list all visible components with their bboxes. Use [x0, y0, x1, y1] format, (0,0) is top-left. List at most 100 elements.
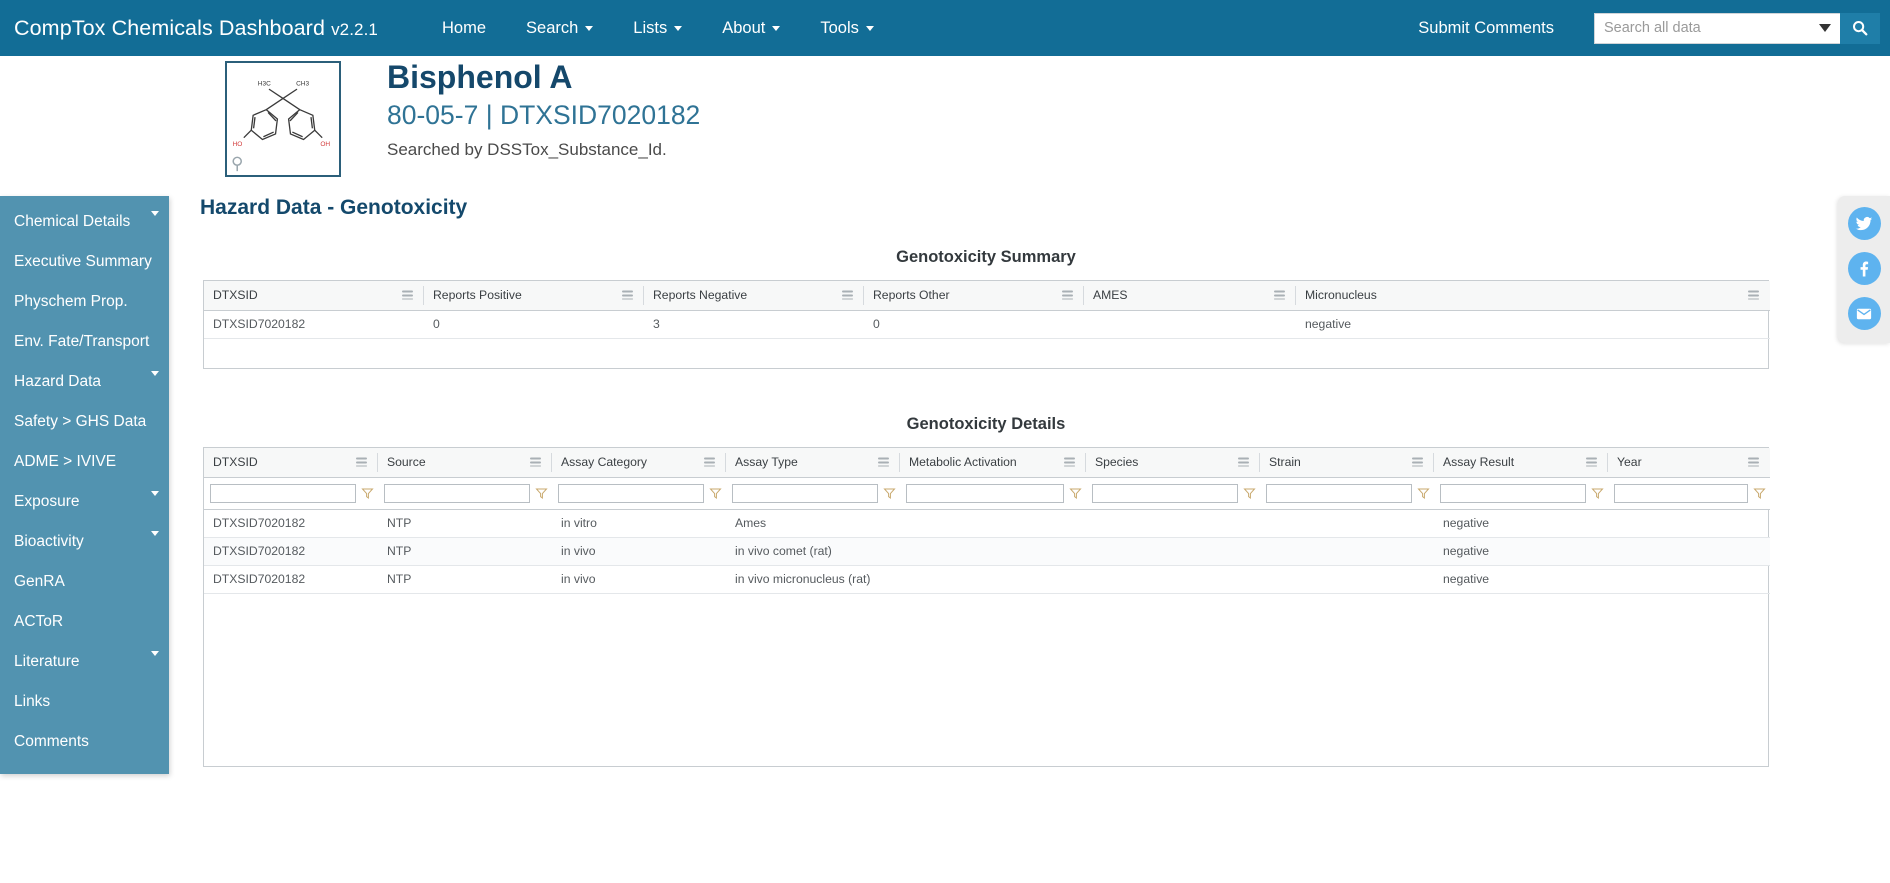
cell-dtxsid: DTXSID7020182: [204, 565, 378, 594]
filter-icon[interactable]: [1243, 487, 1256, 500]
details-col-year[interactable]: Year: [1608, 448, 1770, 478]
column-menu-icon[interactable]: [1238, 457, 1249, 467]
sidebar-item-links[interactable]: Links: [0, 682, 169, 722]
filter-icon[interactable]: [1069, 487, 1082, 500]
filter-icon[interactable]: [535, 487, 548, 500]
filter-cell-strain: [1260, 477, 1434, 510]
filter-input-assay-category[interactable]: [558, 483, 704, 503]
details-col-source[interactable]: Source: [378, 448, 552, 478]
summary-col-reports-positive[interactable]: Reports Positive: [424, 281, 644, 311]
search-button[interactable]: [1840, 12, 1880, 44]
sidebar-item-literature[interactable]: Literature: [0, 642, 169, 682]
filter-icon[interactable]: [361, 487, 374, 500]
filter-input-assay-result[interactable]: [1440, 483, 1586, 503]
column-label: Source: [387, 455, 426, 470]
chevron-down-icon: [151, 531, 159, 536]
column-menu-icon[interactable]: [1062, 290, 1073, 300]
column-menu-icon[interactable]: [1412, 457, 1423, 467]
details-col-assay-type[interactable]: Assay Type: [726, 448, 900, 478]
email-share-button[interactable]: [1847, 297, 1881, 330]
column-menu-icon[interactable]: [878, 457, 889, 467]
details-col-species[interactable]: Species: [1086, 448, 1260, 478]
column-menu-icon[interactable]: [1274, 290, 1285, 300]
chemical-structure-thumbnail[interactable]: H3C CH3 HO OH ⚲: [225, 61, 341, 177]
details-table-title: Genotoxicity Details: [906, 415, 1066, 433]
sidebar-item-hazard-data[interactable]: Hazard Data: [0, 362, 169, 402]
column-menu-icon[interactable]: [842, 290, 853, 300]
sidebar-item-adme-ivive[interactable]: ADME > IVIVE: [0, 442, 169, 482]
nav-item-lists[interactable]: Lists: [622, 13, 693, 44]
chevron-down-icon[interactable]: [1819, 24, 1831, 32]
column-menu-icon[interactable]: [356, 457, 367, 467]
details-filter-row: [204, 477, 1770, 510]
filter-input-assay-type[interactable]: [732, 483, 878, 503]
search-input[interactable]: [1595, 13, 1840, 43]
filter-input-strain[interactable]: [1266, 483, 1412, 503]
details-col-metabolic-activation[interactable]: Metabolic Activation: [900, 448, 1086, 478]
filter-icon[interactable]: [1753, 487, 1766, 500]
column-menu-icon[interactable]: [1748, 290, 1759, 300]
svg-text:H3C: H3C: [258, 80, 271, 87]
sidebar-item-chemical-details[interactable]: Chemical Details: [0, 202, 169, 242]
sidebar-item-comments[interactable]: Comments: [0, 722, 169, 762]
filter-input-year[interactable]: [1614, 483, 1748, 503]
summary-col-reports-other[interactable]: Reports Other: [864, 281, 1084, 311]
submit-comments-link[interactable]: Submit Comments: [1418, 19, 1554, 38]
nav-item-home[interactable]: Home: [431, 13, 497, 44]
details-col-assay-category[interactable]: Assay Category: [552, 448, 726, 478]
column-menu-icon[interactable]: [704, 457, 715, 467]
cell-reports-negative: 3: [644, 310, 864, 339]
column-menu-icon[interactable]: [1586, 457, 1597, 467]
filter-cell-species: [1086, 477, 1260, 510]
sidebar-item-executive-summary[interactable]: Executive Summary: [0, 242, 169, 282]
twitter-share-button[interactable]: [1847, 207, 1881, 240]
sidebar-item-genra[interactable]: GenRA: [0, 562, 169, 602]
filter-icon[interactable]: [883, 487, 896, 500]
cell-assay-category: in vitro: [552, 509, 726, 538]
filter-cell-assay-category: [552, 477, 726, 510]
column-menu-icon[interactable]: [402, 290, 413, 300]
brand-title[interactable]: CompTox Chemicals Dashboard v2.2.1: [14, 16, 378, 41]
column-label: Year: [1617, 455, 1642, 470]
summary-col-ames[interactable]: AMES: [1084, 281, 1296, 311]
table-row[interactable]: DTXSID7020182 0 3 0 negative: [204, 310, 1770, 339]
sidebar-item-env-fate-transport[interactable]: Env. Fate/Transport: [0, 322, 169, 362]
sidebar-item-label: Bioactivity: [14, 533, 84, 550]
table-row[interactable]: DTXSID7020182 NTP in vitro Ames negative: [204, 509, 1770, 538]
global-search: [1594, 12, 1880, 44]
details-col-assay-result[interactable]: Assay Result: [1434, 448, 1608, 478]
nav-item-about[interactable]: About: [711, 13, 791, 44]
summary-col-micronucleus[interactable]: Micronucleus: [1296, 281, 1770, 311]
filter-icon[interactable]: [1417, 487, 1430, 500]
filter-input-dtxsid[interactable]: [210, 483, 356, 503]
summary-col-dtxsid[interactable]: DTXSID: [204, 281, 424, 311]
sidebar-item-bioactivity[interactable]: Bioactivity: [0, 522, 169, 562]
filter-icon[interactable]: [1591, 487, 1604, 500]
column-menu-icon[interactable]: [622, 290, 633, 300]
details-col-dtxsid[interactable]: DTXSID: [204, 448, 378, 478]
table-row[interactable]: DTXSID7020182 NTP in vivo in vivo comet …: [204, 537, 1770, 566]
chevron-down-icon: [585, 25, 594, 31]
filter-input-species[interactable]: [1092, 483, 1238, 503]
sidebar-item-physchem-prop[interactable]: Physchem Prop.: [0, 282, 169, 322]
cell-year: [1608, 565, 1770, 594]
column-menu-icon[interactable]: [1064, 457, 1075, 467]
nav-item-search[interactable]: Search: [515, 13, 604, 44]
column-menu-icon[interactable]: [530, 457, 541, 467]
filter-input-metabolic-activation[interactable]: [906, 483, 1064, 503]
table-row[interactable]: DTXSID7020182 NTP in vivo in vivo micron…: [204, 565, 1770, 594]
empty-cell: [864, 338, 1084, 368]
column-label: Species: [1095, 455, 1139, 470]
sidebar-item-actor[interactable]: ACToR: [0, 602, 169, 642]
sidebar-item-safety-ghs-data[interactable]: Safety > GHS Data: [0, 402, 169, 442]
filter-icon[interactable]: [709, 487, 722, 500]
column-menu-icon[interactable]: [1748, 457, 1759, 467]
magnifier-icon[interactable]: ⚲: [231, 155, 243, 172]
nav-item-tools[interactable]: Tools: [809, 13, 885, 44]
filter-input-source[interactable]: [384, 483, 530, 503]
facebook-share-button[interactable]: [1847, 252, 1881, 285]
summary-col-reports-negative[interactable]: Reports Negative: [644, 281, 864, 311]
sidebar-item-label: ACToR: [14, 613, 64, 630]
details-col-strain[interactable]: Strain: [1260, 448, 1434, 478]
sidebar-item-exposure[interactable]: Exposure: [0, 482, 169, 522]
